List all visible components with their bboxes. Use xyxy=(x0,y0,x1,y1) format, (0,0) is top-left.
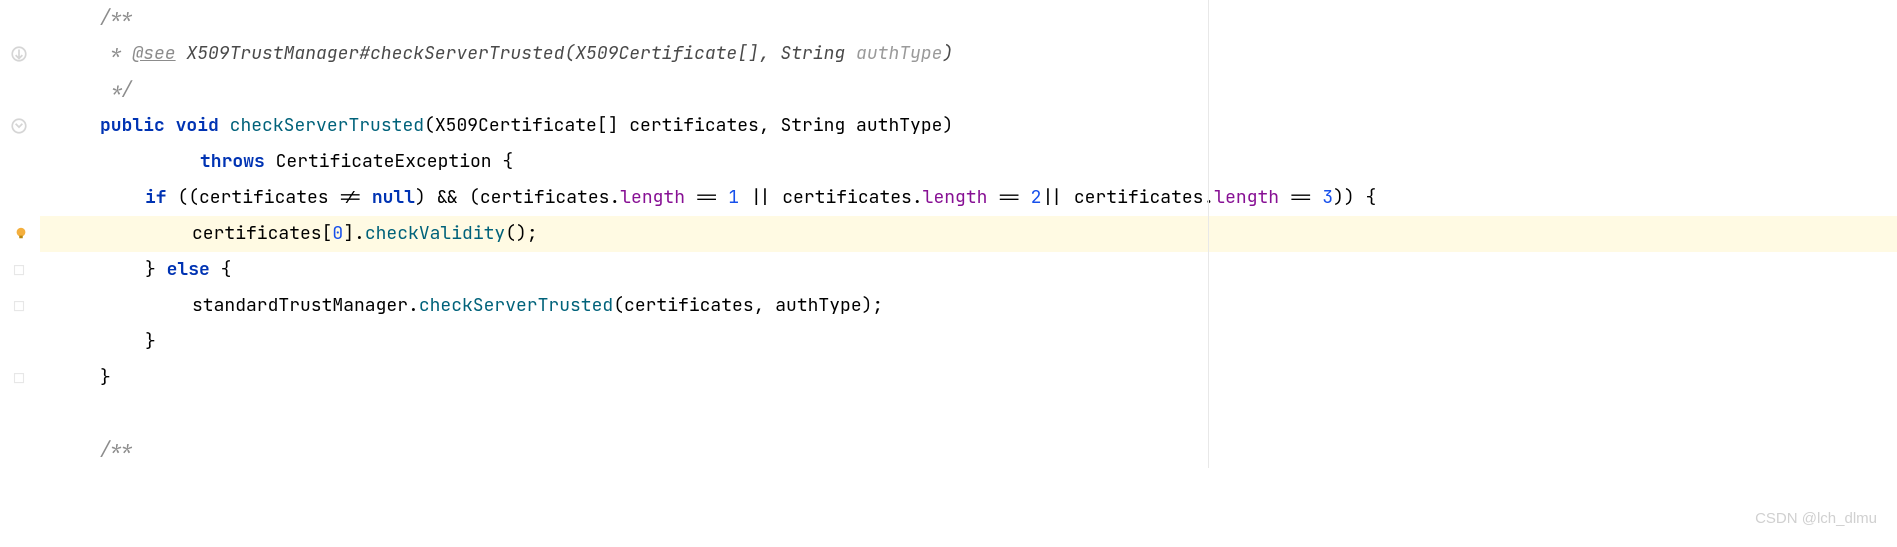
number-literal: 0 xyxy=(332,222,343,245)
method-call: checkValidity xyxy=(365,222,505,245)
method-call: checkServerTrusted xyxy=(419,294,613,317)
field-length: length xyxy=(923,186,988,209)
code-line-blank xyxy=(40,396,1897,432)
code-line: /** xyxy=(40,0,1897,36)
fold-gutter-icon[interactable] xyxy=(10,261,28,279)
number-literal: 2 xyxy=(1031,186,1042,209)
code-line: } xyxy=(40,360,1897,396)
override-gutter-icon[interactable] xyxy=(10,45,28,63)
javadoc-open: /** xyxy=(100,6,132,29)
code-line: * @see X509TrustManager#checkServerTrust… xyxy=(40,36,1897,72)
code-line: */ xyxy=(40,72,1897,108)
keyword-null: null xyxy=(372,186,415,209)
editor-gutter xyxy=(0,0,40,547)
intention-bulb-icon[interactable] xyxy=(14,226,28,240)
fold-gutter-icon[interactable] xyxy=(10,369,28,387)
field-length: length xyxy=(1214,186,1279,209)
javadoc-link: X509TrustManager#checkServerTrusted xyxy=(176,42,565,65)
javadoc-tag-see: @see xyxy=(132,42,175,65)
number-literal: 1 xyxy=(728,186,739,209)
javadoc-open: /** xyxy=(100,438,132,461)
number-literal: 3 xyxy=(1322,186,1333,209)
keyword-if: if xyxy=(145,186,167,209)
keyword-void: void xyxy=(176,114,219,137)
method-name: checkServerTrusted xyxy=(230,114,424,137)
keyword-else: else xyxy=(167,258,210,281)
watermark-text: CSDN @lch_dlmu xyxy=(1755,501,1877,537)
javadoc-close: */ xyxy=(100,78,132,101)
code-line: } else { xyxy=(40,252,1897,288)
code-line: public void checkServerTrusted(X509Certi… xyxy=(40,108,1897,144)
code-line: standardTrustManager.checkServerTrusted(… xyxy=(40,288,1897,324)
code-line-highlighted: certificates[0].checkValidity(); xyxy=(40,216,1897,252)
code-line: if ((certificates != null) && (certifica… xyxy=(40,180,1897,216)
method-gutter-icon[interactable] xyxy=(10,117,28,135)
code-line: } xyxy=(40,324,1897,360)
field-length: length xyxy=(620,186,685,209)
right-margin-guide xyxy=(1208,0,1209,468)
code-line: throws CertificateException { xyxy=(40,144,1897,180)
code-line: /** xyxy=(40,432,1897,468)
keyword-throws: throws xyxy=(200,150,265,173)
keyword-public: public xyxy=(100,114,165,137)
code-editor-content[interactable]: /** * @see X509TrustManager#checkServerT… xyxy=(40,0,1897,468)
fold-gutter-icon[interactable] xyxy=(10,297,28,315)
